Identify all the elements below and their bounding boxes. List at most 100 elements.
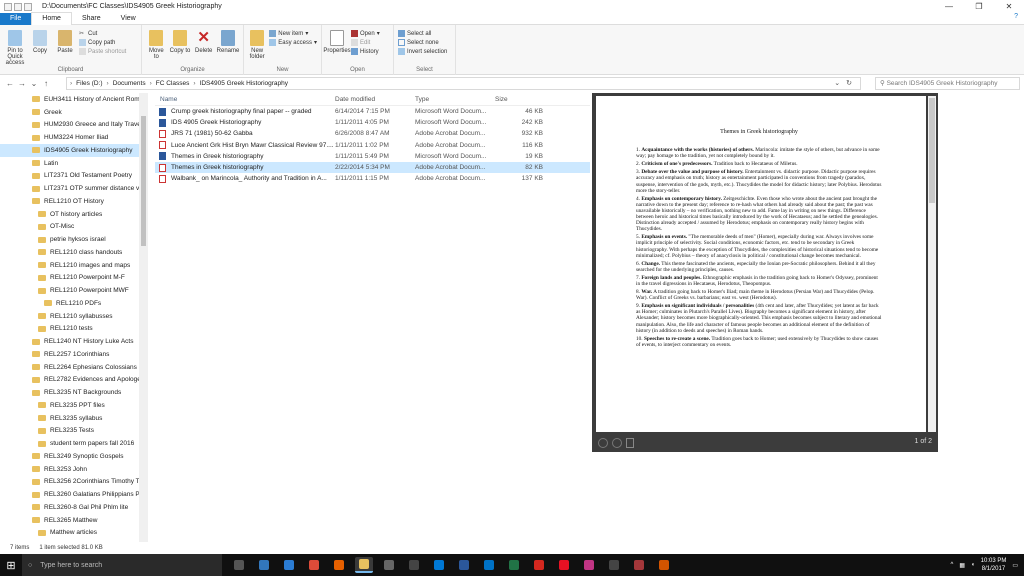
- nav-tree-item[interactable]: REL1240 NT History Luke Acts: [0, 335, 148, 348]
- refresh-icon[interactable]: ↻: [846, 80, 852, 87]
- nav-tree-item[interactable]: REL3235 NT Backgrounds: [0, 386, 148, 399]
- easy-access-button[interactable]: Easy access ▾: [269, 39, 317, 46]
- close-button[interactable]: ✕: [994, 0, 1024, 13]
- nav-tree-item[interactable]: REL2257 1Corinthians: [0, 348, 148, 361]
- ie-taskbar-icon[interactable]: [280, 557, 298, 573]
- file-row[interactable]: Walbank_ on Marincola_ Authority and Tra…: [155, 173, 590, 184]
- nav-tree-item[interactable]: EUH3411 History of Ancient Rome: [0, 93, 148, 106]
- groove-taskbar-icon[interactable]: [555, 557, 573, 573]
- nav-tree-item[interactable]: HUM2930 Greece and Italy Travel: [0, 119, 148, 132]
- clock[interactable]: 10:03 PM 8/1/2017: [981, 557, 1007, 573]
- nav-tree-item[interactable]: HUM3224 Homer Iliad: [0, 131, 148, 144]
- excel-taskbar-icon[interactable]: [505, 557, 523, 573]
- acrobat-taskbar-icon[interactable]: [530, 557, 548, 573]
- back-arrow-icon[interactable]: ←: [4, 79, 16, 88]
- nav-tree-item[interactable]: REL2264 Ephesians Colossians: [0, 361, 148, 374]
- breadcrumb-documents[interactable]: Documents: [113, 80, 146, 87]
- nav-tree-item[interactable]: REL3235 PPT files: [0, 399, 148, 412]
- up-arrow-icon[interactable]: ↑: [40, 79, 52, 88]
- column-type[interactable]: Type: [415, 96, 495, 103]
- nav-tree-item[interactable]: IDS4905 Greek Historiography: [0, 144, 148, 157]
- new-folder-qat-icon[interactable]: [24, 2, 32, 11]
- address-bar[interactable]: › Files (D:) › Documents › FC Classes › IDS…: [66, 77, 861, 90]
- select-none-button[interactable]: Select none: [398, 39, 447, 46]
- forward-arrow-icon[interactable]: →: [16, 79, 28, 88]
- nav-tree-item[interactable]: REL3249 Synoptic Gospels: [0, 450, 148, 463]
- explorer-taskbar-icon[interactable]: [355, 557, 373, 573]
- open-button[interactable]: Open ▾: [351, 30, 380, 37]
- volume-icon[interactable]: ◖: [971, 562, 975, 568]
- nav-scrollbar-thumb[interactable]: [141, 116, 146, 246]
- nav-tree-item[interactable]: LIT2371 OTP summer distance vers: [0, 182, 148, 195]
- nav-tree-item[interactable]: Greek: [0, 106, 148, 119]
- maximize-button[interactable]: ❐: [964, 0, 994, 13]
- select-all-button[interactable]: Select all: [398, 30, 447, 37]
- nav-tree-item[interactable]: REL3235 syllabus: [0, 412, 148, 425]
- copy-path-button[interactable]: Copy path: [79, 39, 126, 46]
- dropdown-chevron-icon[interactable]: ⌄: [834, 80, 840, 87]
- nav-tree-item[interactable]: REL1210 Powerpoint M-F: [0, 272, 148, 285]
- file-row[interactable]: Themes in Greek historiography 2/22/2014 …: [155, 161, 590, 174]
- nav-tree-item[interactable]: REL1210 OT History: [0, 195, 148, 208]
- tab-share[interactable]: Share: [72, 13, 111, 25]
- search-input[interactable]: ⚲ Search IDS4905 Greek Historiography: [875, 77, 1020, 90]
- action-center-icon[interactable]: ▭: [1012, 562, 1018, 569]
- recent-locations-chevron-icon[interactable]: ⌄: [28, 79, 40, 88]
- paste-shortcut-button[interactable]: Paste shortcut: [79, 48, 126, 55]
- document-icon[interactable]: [626, 438, 634, 448]
- tab-file[interactable]: File: [0, 12, 32, 25]
- nav-tree-item[interactable]: REL3256 2Corinthians Timothy Tit: [0, 476, 148, 489]
- file-row[interactable]: JRS 71 (1981) 50-62 Gabba 6/26/2008 8:47 …: [155, 128, 590, 139]
- nav-tree-item[interactable]: REL3260 Galatians Philippians Phil: [0, 488, 148, 501]
- file-row[interactable]: IDS 4905 Greek Historiography 1/11/2011 4…: [155, 117, 590, 128]
- tab-view[interactable]: View: [111, 13, 146, 25]
- column-name[interactable]: Name: [155, 96, 335, 103]
- tab-home[interactable]: Home: [31, 12, 72, 25]
- column-date-modified[interactable]: Date modified: [335, 96, 415, 103]
- edge-taskbar-icon[interactable]: [255, 557, 273, 573]
- windows-start-icon[interactable]: ⊞: [0, 554, 22, 576]
- nav-tree-item[interactable]: REL3235 Tests: [0, 425, 148, 438]
- breadcrumb-drive[interactable]: Files (D:): [76, 80, 102, 87]
- nav-tree-item[interactable]: Matthew articles: [0, 527, 148, 540]
- app-taskbar-icon[interactable]: [655, 557, 673, 573]
- snip-taskbar-icon[interactable]: [605, 557, 623, 573]
- nav-tree-item[interactable]: REL1210 tests: [0, 323, 148, 336]
- notification-icon[interactable]: ^: [951, 562, 954, 568]
- properties-qat-icon[interactable]: [14, 2, 22, 11]
- outlook-taskbar-icon[interactable]: [430, 557, 448, 573]
- nav-tree-item[interactable]: petrie hyksos israel: [0, 233, 148, 246]
- bw-taskbar-icon[interactable]: [380, 557, 398, 573]
- nav-tree-item[interactable]: OT-Misc: [0, 221, 148, 234]
- chrome-taskbar-icon[interactable]: [305, 557, 323, 573]
- nav-tree-item[interactable]: REL1210 PDFs: [0, 297, 148, 310]
- nav-tree-item[interactable]: student term papers fall 2016: [0, 437, 148, 450]
- page-down-icon[interactable]: [612, 438, 622, 448]
- nav-tree-item[interactable]: REL1210 class handouts: [0, 246, 148, 259]
- nav-tree-item[interactable]: OT history articles: [0, 208, 148, 221]
- nav-tree-item[interactable]: REL1210 syllabusses: [0, 310, 148, 323]
- nav-tree-item[interactable]: REL1210 images and maps: [0, 259, 148, 272]
- calculator-taskbar-icon[interactable]: [405, 557, 423, 573]
- edit-button[interactable]: Edit: [351, 39, 380, 46]
- nav-tree-item[interactable]: REL2782 Evidences and Apologetic: [0, 374, 148, 387]
- taskbar-search-input[interactable]: ○ Type here to search: [22, 554, 222, 576]
- access-taskbar-icon[interactable]: [630, 557, 648, 573]
- history-button[interactable]: History: [351, 48, 380, 55]
- firefox-taskbar-icon[interactable]: [330, 557, 348, 573]
- file-row[interactable]: Themes in Greek historiography 1/11/2011 …: [155, 151, 590, 162]
- network-icon[interactable]: ▦: [959, 562, 965, 569]
- nav-tree-item[interactable]: REL1210 Powerpoint MWF: [0, 284, 148, 297]
- new-item-button[interactable]: New item ▾: [269, 30, 317, 37]
- nav-tree-item[interactable]: LIT2371 Old Testament Poetry: [0, 170, 148, 183]
- preview-scrollbar-thumb[interactable]: [929, 98, 935, 203]
- help-icon[interactable]: ?: [1014, 13, 1018, 20]
- breadcrumb-current-folder[interactable]: IDS4905 Greek Historiography: [200, 80, 289, 87]
- invert-selection-button[interactable]: Invert selection: [398, 48, 447, 55]
- nav-tree-item[interactable]: REL3253 John: [0, 463, 148, 476]
- nav-tree-item[interactable]: REL3265 Matthew: [0, 514, 148, 527]
- nav-tree-item[interactable]: REL3260-8 Gal Phil Phlm lite: [0, 501, 148, 514]
- column-size[interactable]: Size: [495, 96, 543, 103]
- task-view-taskbar-icon[interactable]: [230, 557, 248, 573]
- page-up-icon[interactable]: [598, 438, 608, 448]
